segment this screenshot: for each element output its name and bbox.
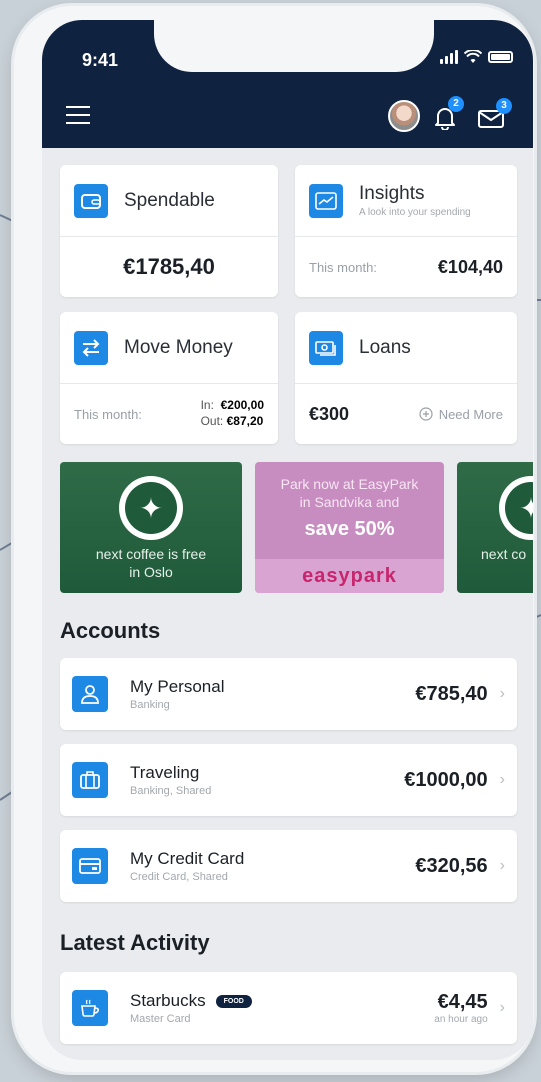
account-amount: €320,56 xyxy=(415,854,488,877)
starbucks-logo-second: ✦ xyxy=(499,476,533,540)
promo-easypark-line2: in Sandvika and xyxy=(299,493,400,510)
messages-badge: 3 xyxy=(496,98,512,114)
need-more-button[interactable]: Need More xyxy=(419,407,503,422)
insights-amount: €104,40 xyxy=(437,256,503,277)
promo-starbucks[interactable]: ✦ next coffee is free in Oslo xyxy=(60,462,242,593)
account-name: Traveling xyxy=(130,763,200,782)
promo-starbucks-line1: next coffee is free xyxy=(95,546,207,562)
user-avatar[interactable] xyxy=(388,100,420,132)
merchant-name: Starbucks xyxy=(130,991,206,1010)
account-type: Banking, Shared xyxy=(130,785,212,797)
easypark-logo: easypark xyxy=(255,559,444,593)
promo-starbucks2-line2: in xyxy=(481,564,533,582)
account-amount: €1000,00 xyxy=(404,768,488,791)
messages-button[interactable]: 3 xyxy=(478,98,512,133)
account-name: My Personal xyxy=(130,677,225,696)
credit-card-icon xyxy=(72,848,108,884)
spendable-amount: €1785,40 xyxy=(123,254,215,279)
chevron-right-icon: › xyxy=(499,771,505,788)
category-tag: FOOD xyxy=(215,995,252,1009)
move-money-inout: In: €200,00 Out: €87,20 xyxy=(201,398,264,429)
chevron-right-icon: › xyxy=(499,999,505,1016)
loans-title: Loans xyxy=(359,336,411,358)
chevron-right-icon: › xyxy=(499,857,505,874)
wifi-icon xyxy=(464,50,482,63)
out-amount: €87,20 xyxy=(226,414,264,428)
account-amount: €785,40 xyxy=(415,682,488,705)
status-icons xyxy=(440,50,513,64)
status-time: 9:41 xyxy=(82,50,119,70)
starbucks-logo: ✦ xyxy=(119,476,183,540)
transaction-amount: €4,45 xyxy=(437,991,488,1013)
account-name: My Credit Card xyxy=(130,849,245,868)
phone-notch xyxy=(154,20,434,72)
activity-row-starbucks[interactable]: Starbucks FOOD Master Card €4,45 an hour … xyxy=(60,972,517,1044)
cash-icon xyxy=(309,330,343,365)
transaction-time: an hour ago xyxy=(434,1014,488,1025)
suitcase-icon xyxy=(72,762,108,798)
account-type: Credit Card, Shared xyxy=(130,871,228,883)
in-label: In: xyxy=(200,398,214,413)
promo-easypark-headline: save 50% xyxy=(304,518,395,540)
accounts-title: Accounts xyxy=(60,618,161,643)
promo-starbucks-second[interactable]: ✦ next co in xyxy=(457,462,533,593)
need-more-label: Need More xyxy=(438,406,503,422)
insights-title: Insights xyxy=(359,183,425,204)
insights-subtitle: A look into your spending xyxy=(359,207,471,218)
insights-label: This month: xyxy=(309,259,377,275)
account-type: Banking xyxy=(130,699,170,711)
wallet-icon xyxy=(74,183,108,218)
account-row-personal[interactable]: My Personal Banking €785,40 › xyxy=(60,658,517,730)
coffee-cup-icon xyxy=(72,990,108,1026)
spendable-title: Spendable xyxy=(124,189,215,211)
menu-button[interactable] xyxy=(66,106,90,124)
account-row-traveling[interactable]: Traveling Banking, Shared €1000,00 › xyxy=(60,744,517,816)
app-screen: 9:41 2 3 Spendable €1785,40 Insights A l… xyxy=(42,20,533,1060)
insights-card[interactable]: Insights A look into your spending This … xyxy=(295,165,517,297)
promo-starbucks-line2: in Oslo xyxy=(129,563,173,580)
notifications-badge: 2 xyxy=(448,96,464,112)
battery-icon xyxy=(488,51,513,63)
latest-activity-title: Latest Activity xyxy=(60,930,210,955)
chart-icon xyxy=(309,183,343,218)
promo-easypark-line1: Park now at EasyPark xyxy=(280,476,419,492)
move-money-title: Move Money xyxy=(124,336,233,358)
chevron-right-icon: › xyxy=(499,685,505,702)
signal-icon xyxy=(440,50,458,64)
promo-easypark[interactable]: Park now at EasyPark in Sandvika and sav… xyxy=(255,462,444,593)
move-money-card[interactable]: Move Money This month: In: €200,00 Out: … xyxy=(60,312,278,444)
payment-method: Master Card xyxy=(130,1013,191,1025)
notifications-button[interactable]: 2 xyxy=(434,96,464,135)
person-icon xyxy=(72,676,108,712)
move-money-label: This month: xyxy=(74,406,142,422)
plus-circle-icon xyxy=(419,407,433,421)
account-row-credit-card[interactable]: My Credit Card Credit Card, Shared €320,… xyxy=(60,830,517,902)
loans-card[interactable]: Loans €300 Need More xyxy=(295,312,517,444)
spendable-card[interactable]: Spendable €1785,40 xyxy=(60,165,278,297)
promo-starbucks2-line1: next co xyxy=(481,546,527,562)
in-amount: €200,00 xyxy=(220,398,264,413)
transfer-icon xyxy=(74,330,108,365)
loans-amount: €300 xyxy=(309,403,350,424)
out-label: Out: xyxy=(200,414,224,428)
